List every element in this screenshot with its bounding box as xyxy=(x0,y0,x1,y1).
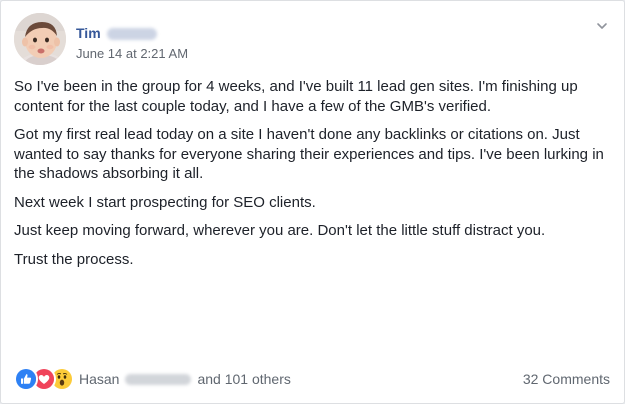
post-footer: Hasan and 101 others 32 Comments xyxy=(14,367,610,391)
post-paragraph: So I've been in the group for 4 weeks, a… xyxy=(14,78,578,115)
post-paragraph: Got my first real lead today on a site I… xyxy=(14,126,604,182)
post-header: Tim June 14 at 2:21 AM xyxy=(14,13,612,65)
reactors-others-count: and 101 others xyxy=(197,371,291,387)
post-timestamp[interactable]: June 14 at 2:21 AM xyxy=(76,46,188,62)
post-paragraph: Next week I start prospecting for SEO cl… xyxy=(14,193,316,211)
reaction-names[interactable]: Hasan and 101 others xyxy=(79,370,291,388)
reactor-first-name: Hasan xyxy=(79,371,120,387)
author-avatar[interactable] xyxy=(14,13,66,65)
post-card: Tim June 14 at 2:21 AM So I've been in t… xyxy=(0,0,625,404)
like-reaction-icon[interactable] xyxy=(14,367,38,391)
author-surname-redacted xyxy=(106,28,157,41)
reactions-summary[interactable]: Hasan and 101 others xyxy=(14,367,291,391)
post-paragraph: Trust the process. xyxy=(14,250,134,268)
post-body: So I've been in the group for 4 weeks, a… xyxy=(14,77,612,278)
chevron-down-icon[interactable] xyxy=(596,19,608,31)
author-name[interactable]: Tim xyxy=(76,25,101,41)
comments-count-link[interactable]: 32 Comments xyxy=(523,370,610,388)
reactor-surname-redacted xyxy=(125,373,192,385)
post-paragraph: Just keep moving forward, wherever you a… xyxy=(14,222,546,239)
author-name-row: Tim xyxy=(76,24,157,42)
